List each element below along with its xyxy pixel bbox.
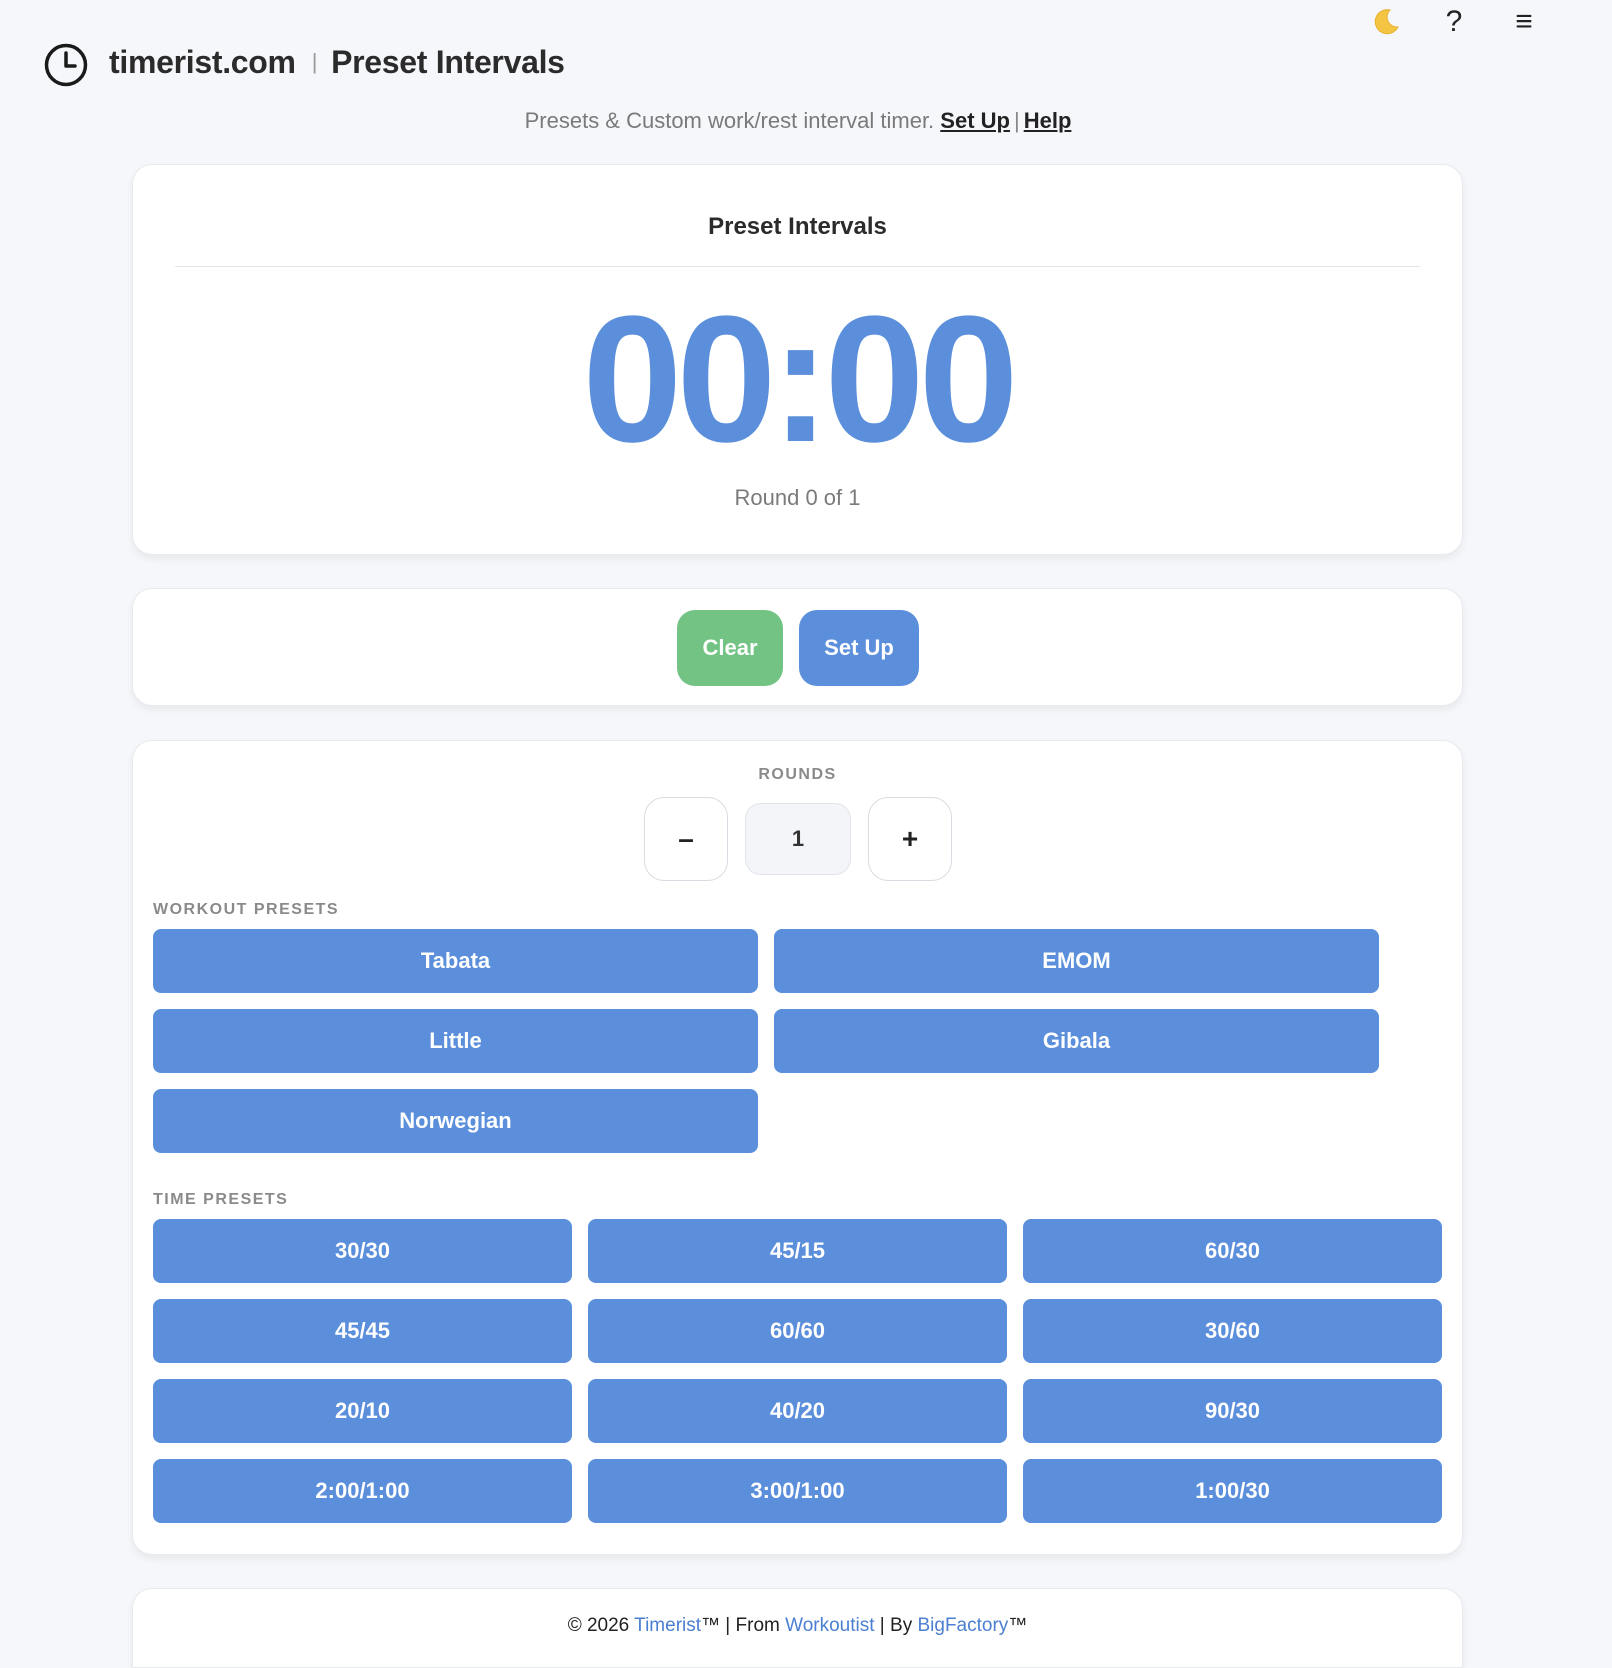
time-preset-button[interactable]: 90/30	[1023, 1379, 1442, 1443]
footer-copyright: © 2026	[567, 1615, 635, 1636]
timer-title: Preset Intervals	[708, 213, 887, 240]
clear-button[interactable]: Clear	[677, 610, 783, 686]
time-preset-button[interactable]: 1:00/30	[1023, 1459, 1442, 1523]
round-status: Round 0 of 1	[734, 485, 861, 510]
minus-icon: –	[678, 823, 694, 854]
preset-tabata-button[interactable]: Tabata	[153, 929, 758, 993]
hamburger-menu-icon: ≡	[1515, 5, 1533, 38]
preset-emom-button[interactable]: EMOM	[774, 929, 1379, 993]
setup-button[interactable]: Set Up	[799, 610, 919, 686]
workout-presets-label: WORKOUT PRESETS	[153, 901, 340, 918]
clock-icon[interactable]	[44, 43, 88, 87]
time-preset-button[interactable]: 2:00/1:00	[153, 1459, 572, 1523]
footer-sep-1: ™ | From	[701, 1615, 786, 1636]
time-preset-button[interactable]: 3:00/1:00	[588, 1459, 1007, 1523]
dark-mode-toggle[interactable]	[1364, 0, 1408, 44]
footer-sep-2: | By	[874, 1615, 918, 1636]
timerist-link[interactable]: Timerist	[634, 1615, 701, 1636]
time-presets-label: TIME PRESETS	[153, 1191, 289, 1208]
rounds-input[interactable]: 1	[745, 803, 851, 875]
footer-text: © 2026 Timerist™ | From Workoutist | By …	[133, 1615, 1462, 1637]
menu-button[interactable]: ≡	[1502, 0, 1546, 44]
setup-link[interactable]: Set Up	[940, 108, 1010, 133]
tagline-divider: |	[1013, 108, 1020, 133]
time-preset-button[interactable]: 30/30	[153, 1219, 572, 1283]
time-preset-button[interactable]: 20/10	[153, 1379, 572, 1443]
timer-card: Preset Intervals 00:00 Round 0 of 1	[132, 164, 1463, 555]
workoutist-link[interactable]: Workoutist	[785, 1615, 874, 1636]
preset-gibala-button[interactable]: Gibala	[774, 1009, 1379, 1073]
tagline-text: Presets & Custom work/rest interval time…	[524, 108, 935, 133]
time-preset-button[interactable]: 30/60	[1023, 1299, 1442, 1363]
tagline: Presets & Custom work/rest interval time…	[0, 108, 1596, 134]
time-preset-button[interactable]: 45/15	[588, 1219, 1007, 1283]
time-preset-button[interactable]: 45/45	[153, 1299, 572, 1363]
bigfactory-link[interactable]: BigFactory	[917, 1615, 1008, 1636]
controls-card: Clear Set Up	[132, 588, 1463, 706]
site-name-link[interactable]: timerist.com	[109, 44, 296, 80]
presets-card: ROUNDS – 1 + WORKOUT PRESETS Tabata EMOM…	[132, 740, 1463, 1555]
increase-rounds-button[interactable]: +	[868, 797, 952, 881]
question-mark-icon: ?	[1445, 5, 1463, 38]
help-link[interactable]: Help	[1024, 108, 1072, 133]
plus-icon: +	[901, 823, 919, 854]
help-button[interactable]: ?	[1432, 0, 1476, 44]
decrease-rounds-button[interactable]: –	[644, 797, 728, 881]
time-preset-button[interactable]: 60/60	[588, 1299, 1007, 1363]
page-title: Preset Intervals	[331, 44, 565, 80]
brand-separator: |	[311, 49, 318, 74]
brand-title: timerist.com | Preset Intervals	[109, 44, 565, 81]
preset-norwegian-button[interactable]: Norwegian	[153, 1089, 758, 1153]
timer-divider	[175, 266, 1420, 267]
footer-card: © 2026 Timerist™ | From Workoutist | By …	[132, 1588, 1463, 1668]
rounds-label: ROUNDS	[758, 766, 837, 783]
time-display: 00:00	[582, 279, 1018, 480]
footer-tm: ™	[1008, 1615, 1028, 1636]
time-preset-button[interactable]: 60/30	[1023, 1219, 1442, 1283]
time-preset-button[interactable]: 40/20	[588, 1379, 1007, 1443]
preset-little-button[interactable]: Little	[153, 1009, 758, 1073]
moon-icon	[1374, 9, 1399, 35]
